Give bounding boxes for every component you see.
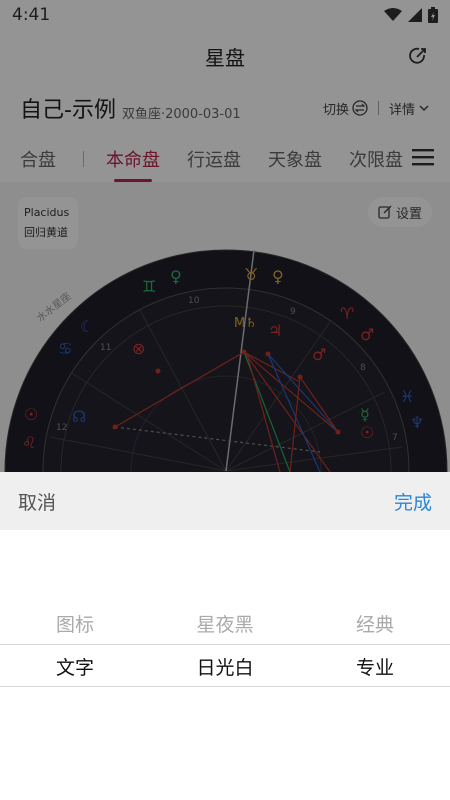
picker-selection-top-line bbox=[0, 644, 450, 645]
theme-picker-sheet: 取消 完成 图标 星夜黑 经典 文字 日光白 专业 bbox=[0, 472, 450, 800]
cancel-button[interactable]: 取消 bbox=[18, 488, 56, 515]
picker-selected-col2[interactable]: 日光白 bbox=[150, 653, 300, 680]
picker-row[interactable]: 图标 星夜黑 经典 bbox=[0, 610, 450, 637]
picker-selected-col3[interactable]: 专业 bbox=[300, 653, 450, 680]
sheet-header: 取消 完成 bbox=[0, 472, 450, 530]
picker-row-selected[interactable]: 文字 日光白 专业 bbox=[0, 653, 450, 680]
picker-selection-bottom-line bbox=[0, 686, 450, 687]
picker-option-col1[interactable]: 图标 bbox=[0, 610, 150, 637]
picker-selected-col1[interactable]: 文字 bbox=[0, 653, 150, 680]
picker-option-col3[interactable]: 经典 bbox=[300, 610, 450, 637]
picker-option-col2[interactable]: 星夜黑 bbox=[150, 610, 300, 637]
picker-wheel[interactable]: 图标 星夜黑 经典 文字 日光白 专业 bbox=[0, 530, 450, 800]
done-button[interactable]: 完成 bbox=[394, 488, 432, 515]
